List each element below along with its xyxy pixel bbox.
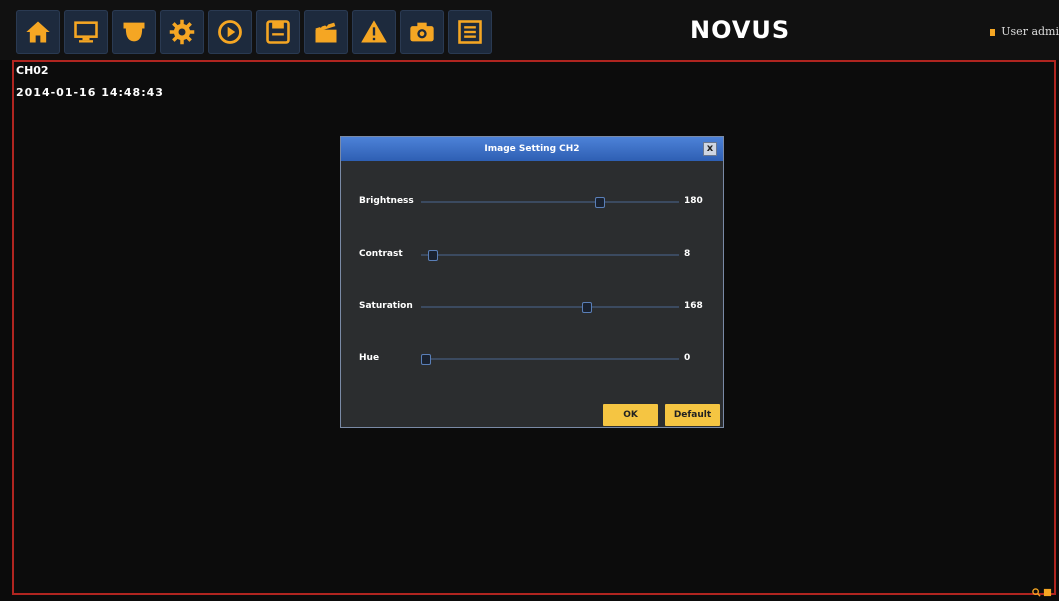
main-toolbar [16, 10, 492, 54]
contrast-slider-thumb[interactable] [428, 250, 439, 261]
hue-value: 0 [684, 353, 691, 363]
dialog-title: Image Setting CH2 [484, 144, 580, 154]
record-button[interactable] [304, 10, 348, 54]
dialog-title-bar: Image Setting CH2 x [341, 137, 723, 161]
saturation-label: Saturation [359, 301, 413, 311]
fullscreen-icon[interactable] [1043, 582, 1052, 597]
brightness-slider-thumb[interactable] [594, 197, 605, 208]
brightness-value: 180 [684, 196, 703, 206]
user-icon [990, 28, 996, 36]
home-button[interactable] [16, 10, 60, 54]
list-icon [458, 20, 482, 44]
channel-label: CH02 [16, 64, 49, 77]
brightness-row: Brightness 180 [359, 194, 709, 210]
top-toolbar-bar: NOVUS User admi [0, 0, 1059, 60]
saturation-row: Saturation 168 [359, 299, 709, 315]
ok-button[interactable]: OK [603, 404, 658, 426]
saturation-slider-thumb[interactable] [582, 302, 593, 313]
contrast-label: Contrast [359, 249, 403, 259]
settings-button[interactable] [160, 10, 204, 54]
user-indicator[interactable]: User admi [990, 25, 1059, 38]
play-icon [218, 20, 242, 44]
channel-corner-icons [1032, 582, 1052, 597]
saturation-value: 168 [684, 301, 703, 311]
camera-ptz-icon [123, 22, 145, 42]
user-label: User admi [1001, 25, 1059, 38]
snapshot-button[interactable] [400, 10, 444, 54]
hue-slider[interactable] [421, 354, 679, 365]
home-icon [26, 21, 50, 43]
channel-timestamp: 2014-01-16 14:48:43 [16, 86, 164, 99]
gear-icon [169, 19, 195, 45]
monitor-icon [74, 21, 98, 43]
camera-icon [410, 22, 434, 42]
playback-button[interactable] [208, 10, 252, 54]
alarm-button[interactable] [352, 10, 396, 54]
backup-button[interactable] [256, 10, 300, 54]
image-setting-dialog: Image Setting CH2 x Brightness 180 Contr… [340, 136, 724, 428]
saturation-slider[interactable] [421, 302, 679, 313]
brightness-label: Brightness [359, 196, 414, 206]
ptz-camera-button[interactable] [112, 10, 156, 54]
novus-logo: NOVUS [690, 16, 791, 44]
warning-icon [361, 20, 387, 43]
contrast-slider[interactable] [421, 250, 679, 261]
clapper-icon [315, 22, 337, 43]
contrast-value: 8 [684, 249, 691, 259]
contrast-row: Contrast 8 [359, 247, 709, 263]
log-button[interactable] [448, 10, 492, 54]
brightness-slider[interactable] [421, 197, 679, 208]
hue-slider-thumb[interactable] [421, 354, 431, 365]
close-button[interactable]: x [703, 142, 717, 156]
hue-label: Hue [359, 353, 380, 363]
default-button[interactable]: Default [665, 404, 720, 426]
zoom-icon[interactable] [1032, 582, 1041, 597]
save-icon [266, 20, 290, 44]
hue-row: Hue 0 [359, 351, 709, 367]
monitor-button[interactable] [64, 10, 108, 54]
